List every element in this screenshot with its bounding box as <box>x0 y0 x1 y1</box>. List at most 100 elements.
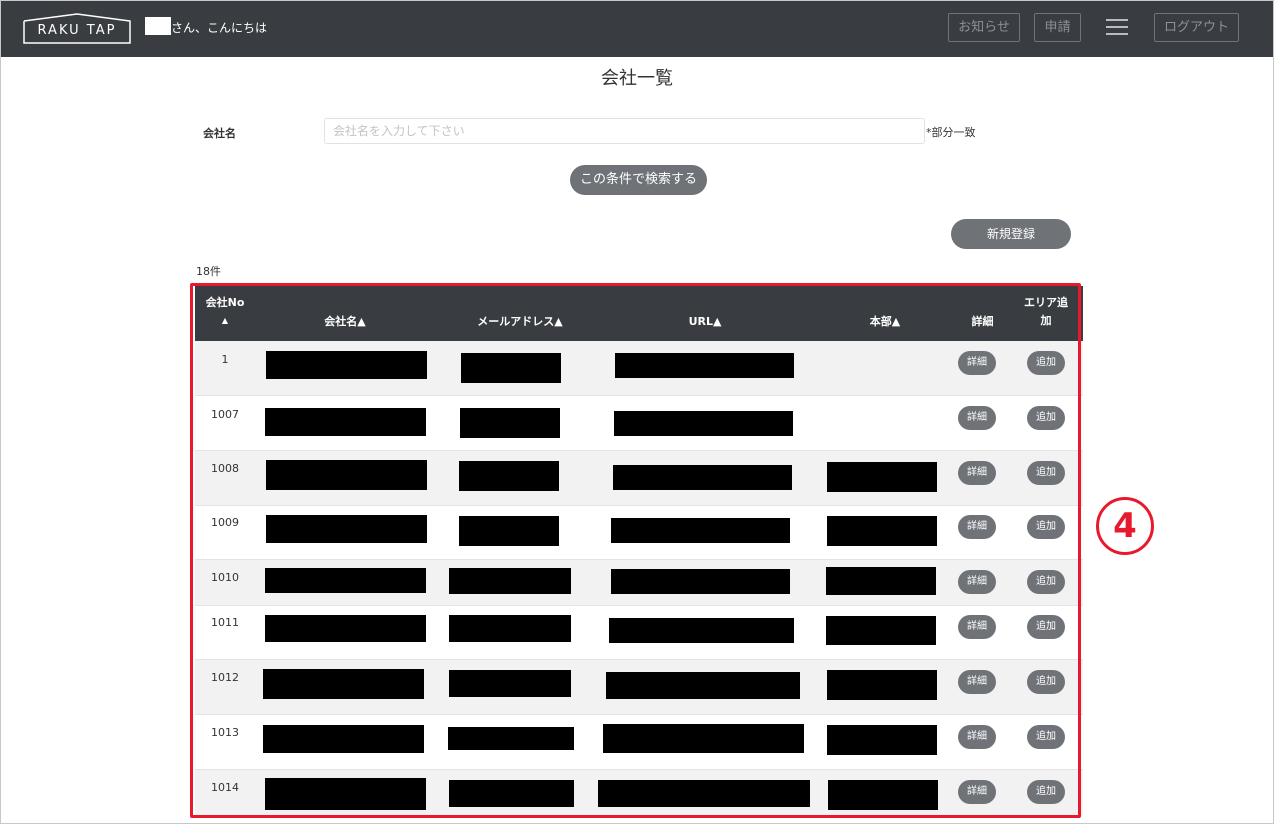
page-title: 会社一覧 <box>601 68 673 89</box>
header-company-no[interactable]: 会社No ▲ <box>195 294 255 330</box>
table-header: 会社No ▲ 会社名▲ メールアドレス▲ URL▲ 本部▲ 詳細 エリア追 加 <box>195 286 1083 341</box>
redacted-url <box>614 411 793 436</box>
redacted-url <box>609 618 794 643</box>
top-header: RAKU TAP さん、こんにちは お知らせ 申請 ログアウト <box>1 1 1273 57</box>
table-row: 1007 詳細 追加 <box>195 396 1083 451</box>
redacted-url <box>613 465 792 490</box>
logo-text: RAKU TAP <box>37 23 117 38</box>
add-area-button[interactable]: 追加 <box>1027 406 1065 430</box>
table-row: 1012 詳細 追加 <box>195 660 1083 714</box>
add-area-button[interactable]: 追加 <box>1027 515 1065 539</box>
redacted-headquarters <box>826 567 936 595</box>
redacted-url <box>603 724 804 753</box>
table-row: 1011 詳細 追加 <box>195 606 1083 659</box>
redacted-url <box>606 672 800 699</box>
detail-button[interactable]: 詳細 <box>958 615 996 639</box>
detail-button[interactable]: 詳細 <box>958 670 996 694</box>
table-row: 1014 詳細 追加 <box>195 770 1083 816</box>
hamburger-menu-icon[interactable] <box>1106 19 1128 37</box>
greeting-text: さん、こんにちは <box>171 21 268 35</box>
redacted-email <box>460 408 560 438</box>
company-name-label: 会社名 <box>203 127 236 140</box>
company-no: 1010 <box>211 571 239 584</box>
redacted-headquarters <box>827 725 937 755</box>
redacted-company-name <box>265 778 426 810</box>
redacted-email <box>448 727 574 750</box>
redacted-email <box>449 615 571 642</box>
company-no: 1014 <box>211 781 239 794</box>
redacted-headquarters <box>827 462 937 492</box>
annotation-number-badge: 4 <box>1096 497 1154 555</box>
detail-button[interactable]: 詳細 <box>958 570 996 594</box>
result-count: 18件 <box>196 265 221 278</box>
sort-arrow-icon: ▲ <box>221 316 229 325</box>
partial-match-note: *部分一致 <box>926 126 976 139</box>
redacted-company-name <box>263 669 424 699</box>
user-name-redacted <box>145 17 171 35</box>
redacted-headquarters <box>827 670 937 700</box>
table-row: 1013 詳細 追加 <box>195 715 1083 770</box>
add-area-button[interactable]: 追加 <box>1027 461 1065 485</box>
add-area-button[interactable]: 追加 <box>1027 670 1065 694</box>
redacted-company-name <box>265 408 426 436</box>
redacted-headquarters <box>826 616 936 645</box>
detail-button[interactable]: 詳細 <box>958 515 996 539</box>
company-name-input[interactable] <box>324 118 925 144</box>
redacted-email <box>449 568 571 594</box>
redacted-email <box>459 516 559 546</box>
redacted-url <box>611 569 790 594</box>
redacted-email <box>461 353 561 383</box>
add-area-button[interactable]: 追加 <box>1027 351 1065 375</box>
header-headquarters[interactable]: 本部▲ <box>825 313 945 331</box>
redacted-url <box>598 780 810 807</box>
add-area-button[interactable]: 追加 <box>1027 570 1065 594</box>
header-email[interactable]: メールアドレス▲ <box>450 313 590 331</box>
raku-tap-logo[interactable]: RAKU TAP <box>23 13 131 44</box>
company-no: 1 <box>221 353 229 366</box>
detail-button[interactable]: 詳細 <box>958 351 996 375</box>
redacted-headquarters <box>828 780 938 810</box>
company-no: 1012 <box>211 671 239 684</box>
redacted-company-name <box>266 351 427 379</box>
detail-button[interactable]: 詳細 <box>958 406 996 430</box>
redacted-company-name <box>263 725 424 753</box>
detail-button[interactable]: 詳細 <box>958 725 996 749</box>
add-area-button[interactable]: 追加 <box>1027 725 1065 749</box>
redacted-url <box>611 518 790 543</box>
add-area-button[interactable]: 追加 <box>1027 780 1065 804</box>
header-company-name[interactable]: 会社名▲ <box>265 313 425 331</box>
company-no: 1009 <box>211 516 239 529</box>
redacted-company-name <box>266 515 427 543</box>
detail-button[interactable]: 詳細 <box>958 780 996 804</box>
apply-button[interactable]: 申請 <box>1034 13 1081 42</box>
company-no: 1011 <box>211 616 239 629</box>
table-row: 1008 詳細 追加 <box>195 451 1083 505</box>
detail-button[interactable]: 詳細 <box>958 461 996 485</box>
redacted-url <box>615 353 794 378</box>
redacted-email <box>449 780 574 807</box>
header-company-no-label: 会社No <box>205 296 245 309</box>
search-button[interactable]: この条件で検索する <box>570 165 707 195</box>
add-area-button[interactable]: 追加 <box>1027 615 1065 639</box>
company-no: 1007 <box>211 408 239 421</box>
header-area-add-line2: 加 <box>1040 314 1052 327</box>
redacted-company-name <box>266 460 427 490</box>
company-table: 会社No ▲ 会社名▲ メールアドレス▲ URL▲ 本部▲ 詳細 エリア追 加 … <box>195 286 1083 816</box>
table-row: 1 詳細 追加 <box>195 341 1083 396</box>
notice-button[interactable]: お知らせ <box>948 13 1020 42</box>
company-no: 1008 <box>211 462 239 475</box>
header-area-add-line1: エリア追 <box>1024 296 1068 309</box>
header-area-add: エリア追 加 <box>1015 294 1077 330</box>
company-no: 1013 <box>211 726 239 739</box>
redacted-company-name <box>265 615 426 642</box>
redacted-email <box>459 461 559 491</box>
redacted-headquarters <box>827 516 937 546</box>
redacted-email <box>449 670 571 697</box>
header-url[interactable]: URL▲ <box>615 313 795 331</box>
header-detail: 詳細 <box>971 315 994 328</box>
table-row: 1010 詳細 追加 <box>195 560 1083 606</box>
table-row: 1009 詳細 追加 <box>195 506 1083 559</box>
redacted-company-name <box>265 568 426 593</box>
logout-button[interactable]: ログアウト <box>1154 13 1239 42</box>
new-registration-button[interactable]: 新規登録 <box>951 219 1071 249</box>
